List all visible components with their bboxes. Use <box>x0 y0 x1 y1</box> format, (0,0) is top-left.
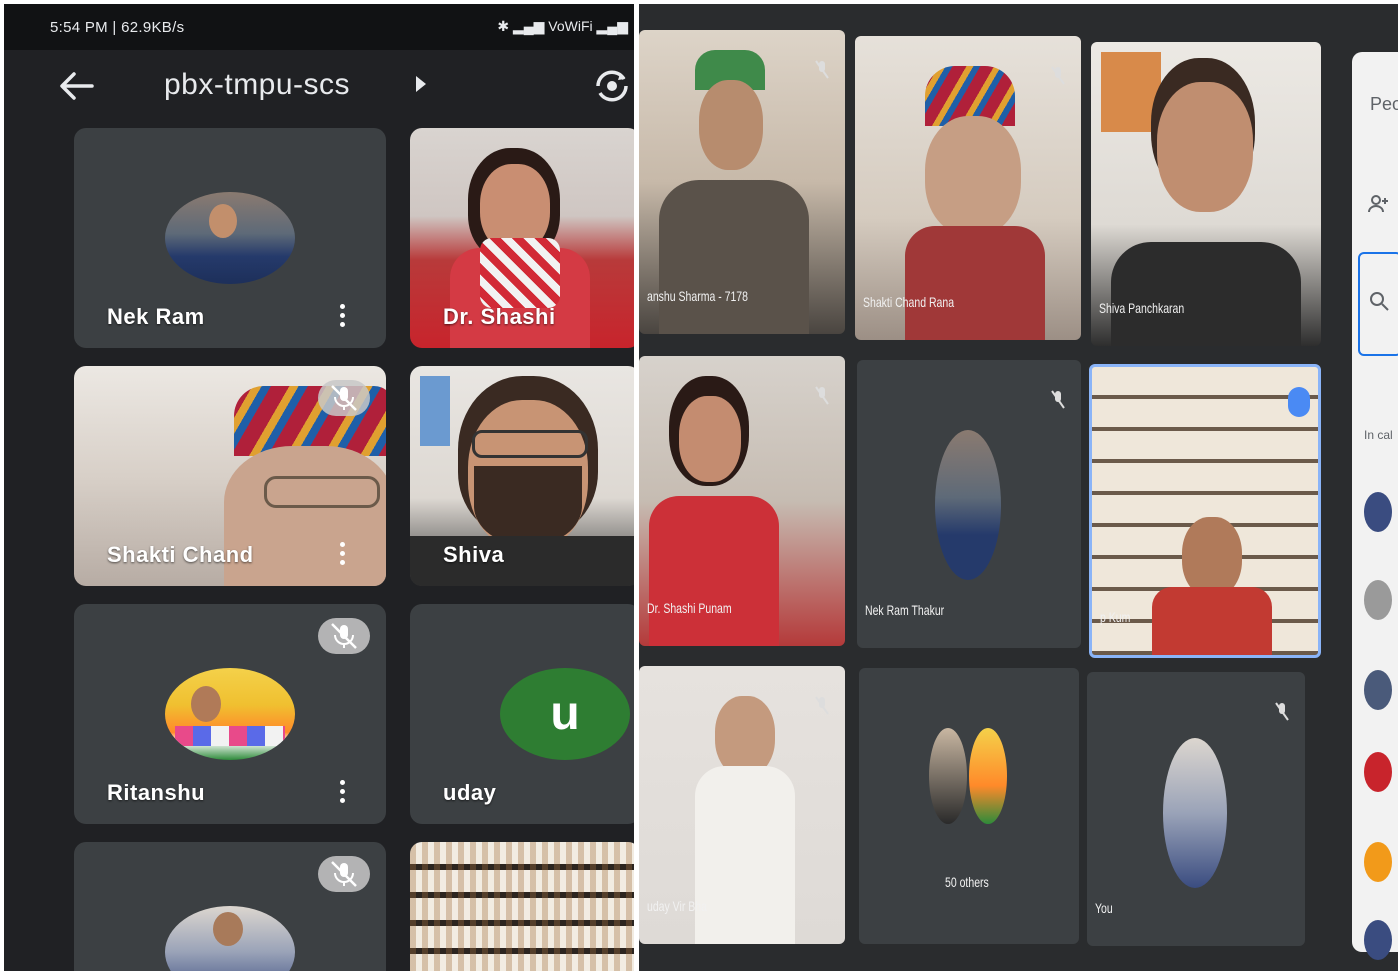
people-panel: Peo In cal <box>1352 52 1398 960</box>
participant-tile-video[interactable]: uday Vir Bha <box>639 666 845 944</box>
search-icon <box>1370 292 1389 311</box>
participant-tile[interactable]: Nek Ram <box>74 128 386 348</box>
flip-camera-icon[interactable] <box>590 66 634 106</box>
status-icons: ✱ ▂▄▆ VoWiFi ▂▄▆ <box>497 18 628 34</box>
muted-mic-icon <box>815 386 829 405</box>
avatar <box>1364 752 1392 792</box>
avatar <box>1364 842 1392 882</box>
participant-name: Ritanshu <box>107 780 206 805</box>
muted-mic-icon <box>1051 390 1065 409</box>
participant-tile-video[interactable]: anshu Sharma - 7178 <box>639 30 845 334</box>
participant-tile-video[interactable]: Shiva Panchkaran <box>1091 42 1321 346</box>
participant-name: You <box>1095 900 1113 916</box>
caret-right-icon[interactable] <box>416 76 426 92</box>
add-person-icon[interactable] <box>1366 192 1390 216</box>
avatar <box>935 430 1001 580</box>
avatar <box>1364 670 1392 710</box>
avatar <box>969 728 1007 824</box>
avatar <box>165 668 295 760</box>
panel-title: Peo <box>1370 94 1398 114</box>
avatar <box>165 906 295 971</box>
search-box[interactable] <box>1358 252 1398 356</box>
participant-name: uday Vir Bha <box>647 898 707 914</box>
status-bar: 5:54 PM | 62.9KB/s ✱ ▂▄▆ VoWiFi ▂▄▆ <box>4 4 634 50</box>
participant-name: Shakti Chand <box>107 542 254 567</box>
monitor-meet-photo: anshu Sharma - 7178 Shakti Chand Rana Sh… <box>639 4 1398 971</box>
participant-tile-video-active[interactable]: p Kum <box>1089 364 1321 658</box>
participant-name: Nek Ram <box>107 304 205 329</box>
muted-mic-icon <box>318 380 370 416</box>
participant-name: anshu Sharma - 7178 <box>647 288 748 304</box>
avatar <box>1364 580 1392 620</box>
participant-tile[interactable] <box>74 842 386 971</box>
participant-tile-video[interactable]: Shiva <box>410 366 634 586</box>
participant-tile-video[interactable]: Dr. Shashi <box>410 128 634 348</box>
muted-mic-icon <box>815 60 829 79</box>
participant-name: Nek Ram Thakur <box>865 602 945 618</box>
muted-mic-icon <box>815 696 829 715</box>
muted-mic-icon <box>1051 66 1065 85</box>
participant-name: Shiva Panchkaran <box>1099 300 1185 316</box>
muted-mic-icon <box>1275 702 1289 721</box>
participant-name: uday <box>443 780 497 805</box>
more-options-icon[interactable] <box>340 780 346 804</box>
meeting-top-bar: pbx-tmpu-scs <box>4 50 634 122</box>
more-options-icon[interactable] <box>340 542 346 566</box>
participant-tile-video[interactable] <box>410 842 634 971</box>
meeting-code[interactable]: pbx-tmpu-scs <box>164 68 350 102</box>
avatar <box>1364 920 1392 960</box>
in-call-label: In cal <box>1364 428 1393 442</box>
muted-mic-icon <box>318 618 370 654</box>
participant-tile-video[interactable]: Shakti Chand <box>74 366 386 586</box>
participant-name: Shakti Chand Rana <box>863 294 955 310</box>
avatar <box>929 728 967 824</box>
participant-tile[interactable]: u uday <box>410 604 634 824</box>
participant-tile-video[interactable]: Shakti Chand Rana <box>855 36 1081 340</box>
back-arrow-icon[interactable] <box>56 68 96 104</box>
muted-mic-icon <box>318 856 370 892</box>
participant-tile[interactable]: Ritanshu <box>74 604 386 824</box>
avatar <box>1163 738 1227 888</box>
others-count: 50 others <box>945 874 989 890</box>
participant-name: Dr. Shashi <box>443 304 556 329</box>
participant-tile[interactable]: Nek Ram Thakur <box>857 360 1081 648</box>
participant-tile-self[interactable]: You <box>1087 672 1305 946</box>
participant-name: p Kum <box>1100 609 1131 625</box>
phone-meet-screen: 5:54 PM | 62.9KB/s ✱ ▂▄▆ VoWiFi ▂▄▆ pbx-… <box>4 4 634 971</box>
avatar <box>165 192 295 284</box>
participant-name: Shiva <box>443 542 505 567</box>
more-options-icon[interactable] <box>340 304 346 328</box>
participant-tile-others[interactable]: 50 others <box>859 668 1079 944</box>
letter-avatar: u <box>500 668 630 760</box>
status-time: 5:54 PM | 62.9KB/s <box>50 19 185 36</box>
avatar <box>1364 492 1392 532</box>
participant-tile-video[interactable]: Dr. Shashi Punam <box>639 356 845 646</box>
participant-name: Dr. Shashi Punam <box>647 600 732 616</box>
